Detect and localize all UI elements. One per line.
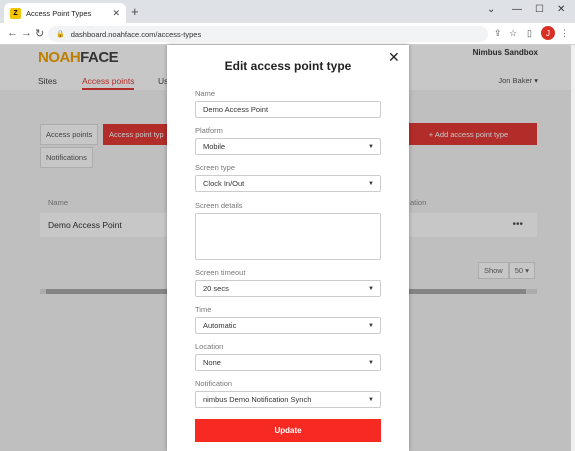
chevron-down-icon: ▼ [368,360,374,366]
url-text: dashboard.noahface.com/access-types [70,29,202,39]
chevron-down-icon: ▼ [368,144,374,150]
notification-label: Notification [195,379,233,388]
forward-icon[interactable]: → [21,27,32,39]
chevron-down-icon: ▼ [368,397,374,403]
update-button[interactable]: Update [195,419,381,442]
new-tab-icon[interactable]: + [131,4,139,19]
chevron-down-icon: ▼ [368,323,374,329]
address-bar: ← → ↻ 🔒 dashboard.noahface.com/access-ty… [0,23,575,45]
screen-details-textarea[interactable] [195,213,381,260]
screen-type-select[interactable]: Clock In/Out ▼ [195,175,381,192]
platform-select[interactable]: Mobile ▼ [195,138,381,155]
name-label: Name [195,89,216,98]
screen-timeout-label: Screen timeout [195,268,246,277]
minimize-icon[interactable]: — [512,4,522,15]
tab-search-icon[interactable]: ⌄ [487,4,495,15]
profile-avatar[interactable]: J [541,26,555,40]
platform-label: Platform [195,126,223,135]
url-field[interactable]: 🔒 dashboard.noahface.com/access-types [48,26,488,42]
location-label: Location [195,342,224,351]
share-icon[interactable]: ⇪ [494,28,502,39]
sidebar-icon[interactable]: ▯ [527,28,532,39]
chevron-down-icon: ▼ [368,181,374,187]
screen-timeout-select[interactable]: 20 secs ▼ [195,280,381,297]
browser-tab[interactable]: Z Access Point Types ✕ [4,3,126,23]
name-field[interactable]: Demo Access Point [195,101,381,118]
noahface-favicon-icon: Z [10,7,21,19]
lock-icon: 🔒 [56,31,65,38]
time-label: Time [195,305,212,314]
screen-details-label: Screen details [195,201,243,210]
bookmark-star-icon[interactable]: ☆ [509,28,517,39]
maximize-icon[interactable]: ☐ [535,4,544,15]
window-close-icon[interactable]: ✕ [557,4,565,15]
location-select[interactable]: None ▼ [195,354,381,371]
page-scrollbar[interactable] [571,45,575,451]
browser-menu-icon[interactable]: ⋮ [560,28,569,39]
modal-title: Edit access point type [224,59,352,73]
time-select[interactable]: Automatic ▼ [195,317,381,334]
tab-close-icon[interactable]: ✕ [112,8,120,19]
notification-select[interactable]: nimbus Demo Notification Synch ▼ [195,391,381,408]
chevron-down-icon: ▼ [368,286,374,292]
close-icon[interactable]: ✕ [388,49,400,66]
edit-access-point-type-modal: Edit access point type ✕ Name Demo Acces… [167,45,409,451]
tab-title: Access Point Types [26,8,92,18]
reload-icon[interactable]: ↻ [35,27,44,40]
screen-type-label: Screen type [195,163,236,172]
back-icon[interactable]: ← [7,27,18,39]
browser-tabbar: Z Access Point Types ✕ + ⌄ — ☐ ✕ [0,0,575,23]
